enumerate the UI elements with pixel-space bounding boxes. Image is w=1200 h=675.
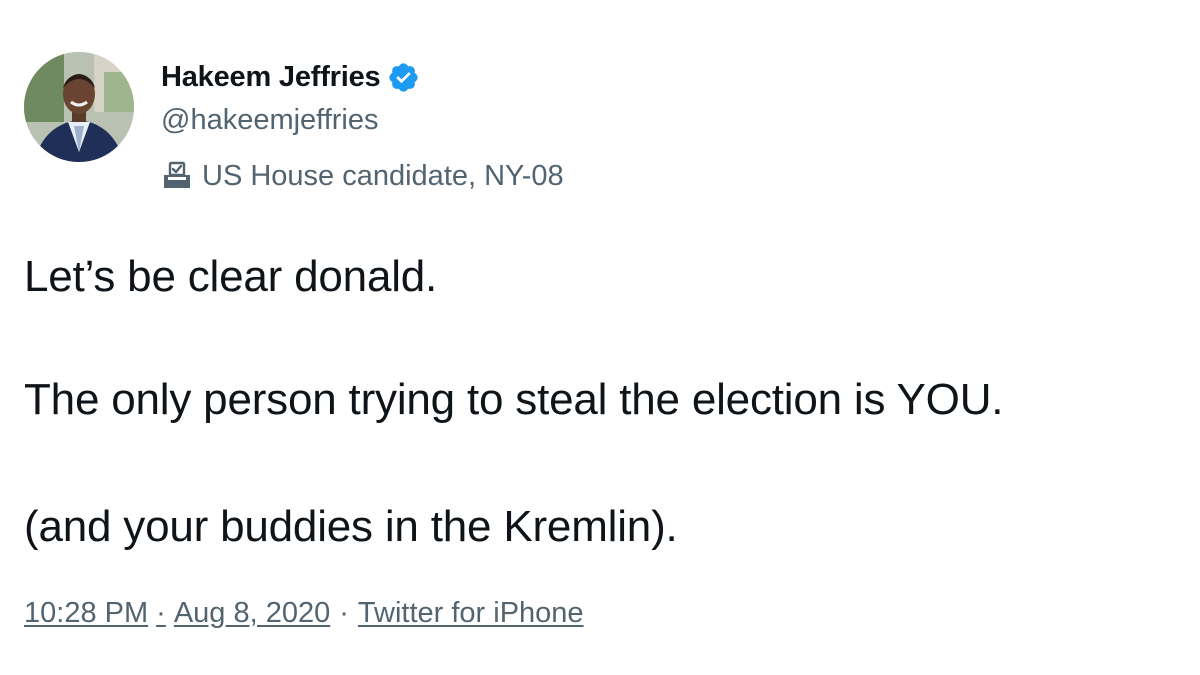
tweet-source-link[interactable]: Twitter for iPhone (358, 597, 584, 630)
author-name[interactable]: Hakeem Jeffries (161, 61, 381, 94)
verified-badge-icon (387, 61, 420, 94)
tweet-meta: 10:28 PM · Aug 8, 2020 · Twitter for iPh… (24, 597, 584, 630)
tweet-date-link[interactable]: Aug 8, 2020 (174, 597, 330, 630)
author-handle[interactable]: @hakeemjeffries (161, 104, 379, 137)
meta-separator: · (156, 597, 166, 629)
author-name-row[interactable]: Hakeem Jeffries (161, 58, 420, 96)
affiliation-label-row: US House candidate, NY-08 (161, 158, 564, 194)
author-avatar[interactable] (24, 52, 134, 162)
tweet-text-line: The only person trying to steal the elec… (24, 375, 1004, 424)
tweet-time-link[interactable]: 10:28 PM (24, 597, 148, 630)
avatar-photo (24, 52, 134, 162)
tweet-text-line: Let’s be clear donald. (24, 252, 438, 301)
tweet-card: Hakeem Jeffries @hakeemjeffries US House… (0, 0, 1200, 675)
ballot-box-icon (161, 161, 193, 191)
tweet-text-line: (and your buddies in the Kremlin). (24, 502, 678, 551)
affiliation-label: US House candidate, NY-08 (202, 159, 564, 192)
meta-separator: · (339, 597, 349, 629)
